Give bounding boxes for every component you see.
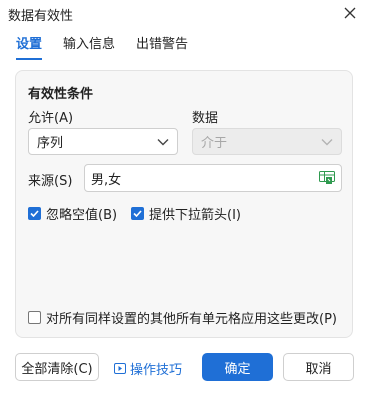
- tips-link[interactable]: 操作技巧: [114, 359, 182, 378]
- allow-label: 允许(A): [28, 111, 74, 126]
- section-title: 有效性条件: [28, 87, 94, 102]
- tab-error-alert[interactable]: 出错警告: [136, 36, 188, 60]
- source-input[interactable]: 男,女: [84, 164, 342, 192]
- close-icon: [344, 7, 356, 19]
- data-label: 数据: [192, 111, 219, 126]
- tab-input-message[interactable]: 输入信息: [63, 36, 115, 60]
- allow-select-value: 序列: [37, 136, 64, 151]
- dialog-title: 数据有效性: [8, 9, 74, 24]
- play-video-icon: [114, 363, 126, 374]
- chevron-down-icon: [157, 138, 169, 145]
- chevron-down-icon: [321, 138, 333, 145]
- range-select-icon[interactable]: [319, 171, 335, 185]
- data-select[interactable]: 介于: [192, 128, 342, 155]
- checkbox-unchecked-icon: [28, 311, 41, 324]
- checkbox-checked-icon: [131, 207, 144, 220]
- ignore-blank-checkbox[interactable]: 忽略空值(B): [28, 204, 117, 223]
- settings-panel: 有效性条件 允许(A) 序列 数据 介于 来源(S) 男,女 忽略空值(B) 提…: [15, 70, 353, 338]
- source-label: 来源(S): [28, 174, 73, 189]
- tab-bar: 设置 输入信息 出错警告: [16, 36, 209, 62]
- dropdown-arrow-checkbox[interactable]: 提供下拉箭头(I): [131, 204, 241, 223]
- apply-all-label: 对所有同样设置的其他所有单元格应用这些更改(P): [46, 312, 337, 327]
- tab-settings[interactable]: 设置: [16, 36, 43, 60]
- dropdown-arrow-label: 提供下拉箭头(I): [149, 208, 241, 223]
- data-select-value: 介于: [201, 136, 228, 151]
- ignore-blank-label: 忽略空值(B): [46, 208, 118, 223]
- cancel-button[interactable]: 取消: [283, 353, 354, 381]
- tips-label: 操作技巧: [130, 363, 183, 378]
- close-button[interactable]: [340, 3, 360, 23]
- apply-all-checkbox[interactable]: 对所有同样设置的其他所有单元格应用这些更改(P): [28, 308, 337, 327]
- source-input-value: 男,女: [91, 172, 122, 188]
- ok-button[interactable]: 确定: [202, 353, 273, 381]
- checkbox-checked-icon: [28, 207, 41, 220]
- allow-select[interactable]: 序列: [28, 128, 178, 155]
- title-bar: 数据有效性: [0, 0, 370, 28]
- clear-all-button[interactable]: 全部清除(C): [15, 353, 99, 381]
